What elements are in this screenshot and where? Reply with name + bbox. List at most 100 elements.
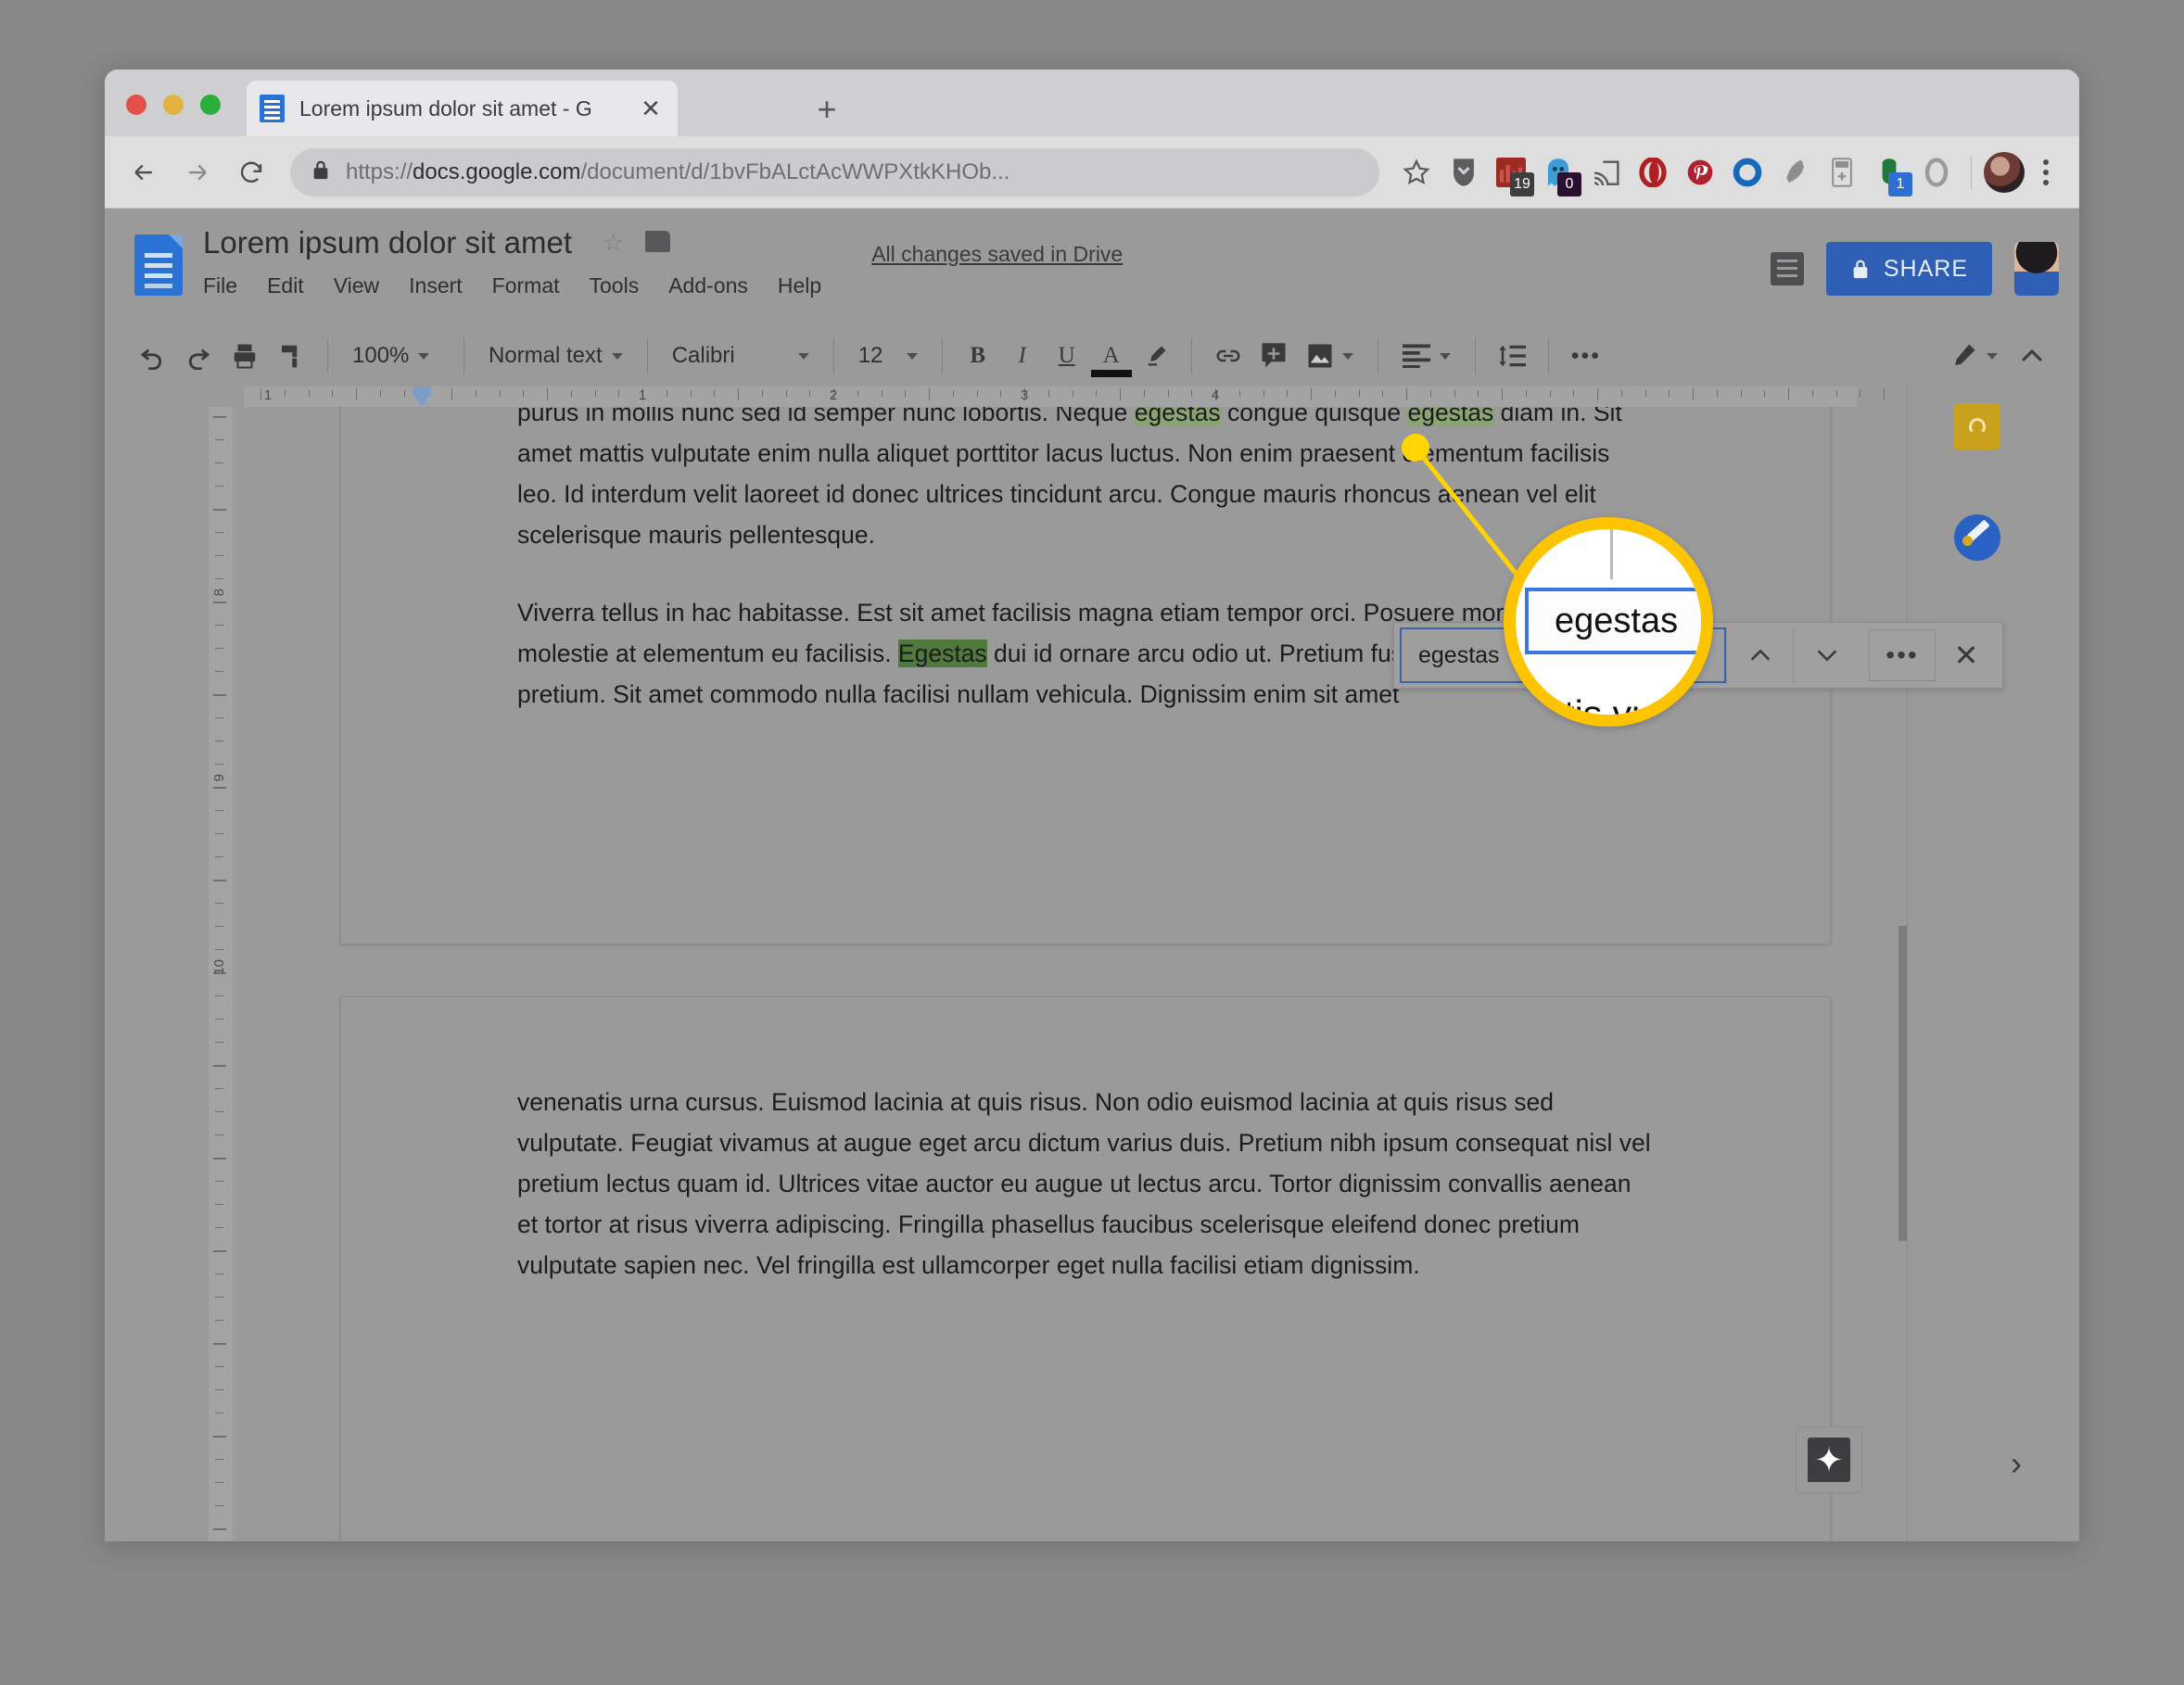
insert-link-button[interactable] <box>1205 334 1251 378</box>
vertical-ruler[interactable]: 8 9 10 <box>209 407 233 1541</box>
address-bar[interactable]: https://docs.google.com/document/d/1bvFb… <box>290 147 1379 196</box>
align-button[interactable] <box>1391 334 1462 378</box>
bold-button[interactable]: B <box>956 334 1000 378</box>
font-dropdown[interactable]: Calibri <box>661 334 820 378</box>
menu-view[interactable]: View <box>334 273 379 298</box>
add-comment-button[interactable] <box>1251 334 1296 378</box>
forward-icon[interactable] <box>173 148 222 196</box>
ruler-tick <box>1884 388 1885 400</box>
browser-tab[interactable]: Lorem ipsum dolor sit amet - G ✕ <box>247 81 678 136</box>
paragraph-3[interactable]: venenatis urna cursus. Euismod lacinia a… <box>517 1083 1654 1286</box>
minimize-window-button[interactable] <box>163 95 184 115</box>
menu-edit[interactable]: Edit <box>267 273 304 298</box>
undo-button[interactable] <box>129 334 175 378</box>
back-icon[interactable] <box>120 148 168 196</box>
ruler-tick <box>523 390 524 397</box>
underline-button[interactable]: U <box>1045 334 1089 378</box>
browser-menu-icon[interactable] <box>2027 150 2064 195</box>
extension-ghostery-icon[interactable]: 0 <box>1536 150 1581 196</box>
highlight-color-button[interactable] <box>1134 334 1178 378</box>
new-tab-button[interactable]: + <box>809 92 844 127</box>
magnified-query-text: egestas <box>1555 601 1679 640</box>
close-window-button[interactable] <box>126 95 146 115</box>
paragraph-style-dropdown[interactable]: Normal text <box>477 334 634 378</box>
extension-pinterest-icon[interactable] <box>1678 150 1722 195</box>
menu-help[interactable]: Help <box>778 273 821 298</box>
ruler-tick <box>1311 388 1312 400</box>
close-tab-icon[interactable]: ✕ <box>637 95 665 122</box>
insert-image-button[interactable] <box>1296 334 1365 378</box>
ruler-tick <box>1287 390 1288 397</box>
menu-file[interactable]: File <box>203 273 237 298</box>
extension-evernote-icon[interactable]: 1 <box>1867 150 1912 196</box>
profile-avatar[interactable] <box>1984 151 2025 193</box>
maximize-window-button[interactable] <box>200 95 221 115</box>
find-more-options-button[interactable]: ••• <box>1869 629 1936 681</box>
collapse-toolbar-button[interactable] <box>2009 334 2055 378</box>
redo-button[interactable] <box>175 334 222 378</box>
text-color-button[interactable]: A <box>1089 334 1134 378</box>
magnifier-caret <box>1610 529 1613 579</box>
extension-opera-icon[interactable] <box>1631 150 1675 195</box>
share-button[interactable]: SHARE <box>1825 242 1992 296</box>
ruler-tick <box>215 1181 223 1182</box>
google-docs-logo-icon[interactable] <box>134 234 183 296</box>
ruler-tick <box>215 833 223 834</box>
ruler-number: 1 <box>263 387 273 403</box>
paragraph-1[interactable]: Lobortis feugiat vivamus at augue eget. … <box>517 407 1654 556</box>
find-query-value: egestas <box>1418 641 1500 668</box>
font-size-dropdown[interactable]: 12 <box>847 334 929 378</box>
cast-icon[interactable] <box>1583 150 1628 195</box>
ruler-tick <box>215 810 223 811</box>
ruler-tick <box>213 509 226 511</box>
menu-tools[interactable]: Tools <box>590 273 640 298</box>
extension-adblock-icon[interactable]: 19 <box>1489 150 1534 196</box>
ruler-tick <box>215 1273 223 1274</box>
explore-button[interactable] <box>1796 1426 1862 1493</box>
document-title[interactable]: Lorem ipsum dolor sit amet <box>203 225 572 260</box>
find-close-button[interactable]: ✕ <box>1936 627 1997 683</box>
tasks-icon[interactable] <box>1954 514 2000 561</box>
comment-history-icon[interactable] <box>1770 252 1804 285</box>
magnifier-content: egestas attis vu <box>1516 529 1701 715</box>
horizontal-ruler[interactable]: 1 1 2 3 4 <box>244 386 2051 407</box>
save-status[interactable]: All changes saved in Drive <box>871 242 1123 267</box>
paint-format-button[interactable] <box>268 334 314 378</box>
ruler-tick <box>332 390 333 397</box>
chevron-down-icon <box>1439 352 1451 360</box>
zoom-dropdown[interactable]: 100% <box>341 334 451 378</box>
ruler-tick <box>714 390 715 397</box>
italic-button[interactable]: I <box>1000 334 1045 378</box>
bookmark-star-icon[interactable] <box>1394 150 1439 195</box>
menu-addons[interactable]: Add-ons <box>668 273 748 298</box>
indent-marker[interactable] <box>413 386 431 407</box>
document-page-2[interactable]: venenatis urna cursus. Euismod lacinia a… <box>340 996 1831 1541</box>
ruler-tick <box>215 1366 223 1367</box>
page-2-body[interactable]: venenatis urna cursus. Euismod lacinia a… <box>341 997 1830 1286</box>
extension-gray-ring-icon[interactable] <box>1914 150 1959 195</box>
print-button[interactable] <box>222 334 268 378</box>
extension-pocket-icon[interactable] <box>1441 150 1486 195</box>
editing-mode-button[interactable] <box>1938 334 2009 378</box>
extension-feather-icon[interactable] <box>1772 150 1817 195</box>
line-spacing-button[interactable] <box>1489 334 1535 378</box>
toolbar-divider <box>646 338 648 374</box>
expand-rail-chevron-icon[interactable]: › <box>2011 1447 2022 1480</box>
ruler-tick <box>213 1528 226 1530</box>
star-icon[interactable]: ☆ <box>602 230 624 256</box>
find-previous-button[interactable] <box>1726 627 1793 683</box>
extension-blue-ring-icon[interactable] <box>1725 150 1770 195</box>
keep-lightbulb-icon[interactable] <box>1954 403 2000 450</box>
find-next-button[interactable] <box>1793 627 1860 683</box>
menu-format[interactable]: Format <box>492 273 560 298</box>
reload-icon[interactable] <box>227 148 275 196</box>
more-toolbar-options-button[interactable]: ••• <box>1562 334 1610 378</box>
ruler-tick <box>404 390 405 397</box>
user-avatar[interactable] <box>2014 242 2059 296</box>
menu-insert[interactable]: Insert <box>409 273 463 298</box>
active-search-match: Egestas <box>897 639 987 667</box>
font-size-value: 12 <box>857 343 883 368</box>
ruler-tick <box>213 880 226 881</box>
extension-calculator-icon[interactable] <box>1820 150 1864 195</box>
folder-icon[interactable] <box>644 230 670 252</box>
